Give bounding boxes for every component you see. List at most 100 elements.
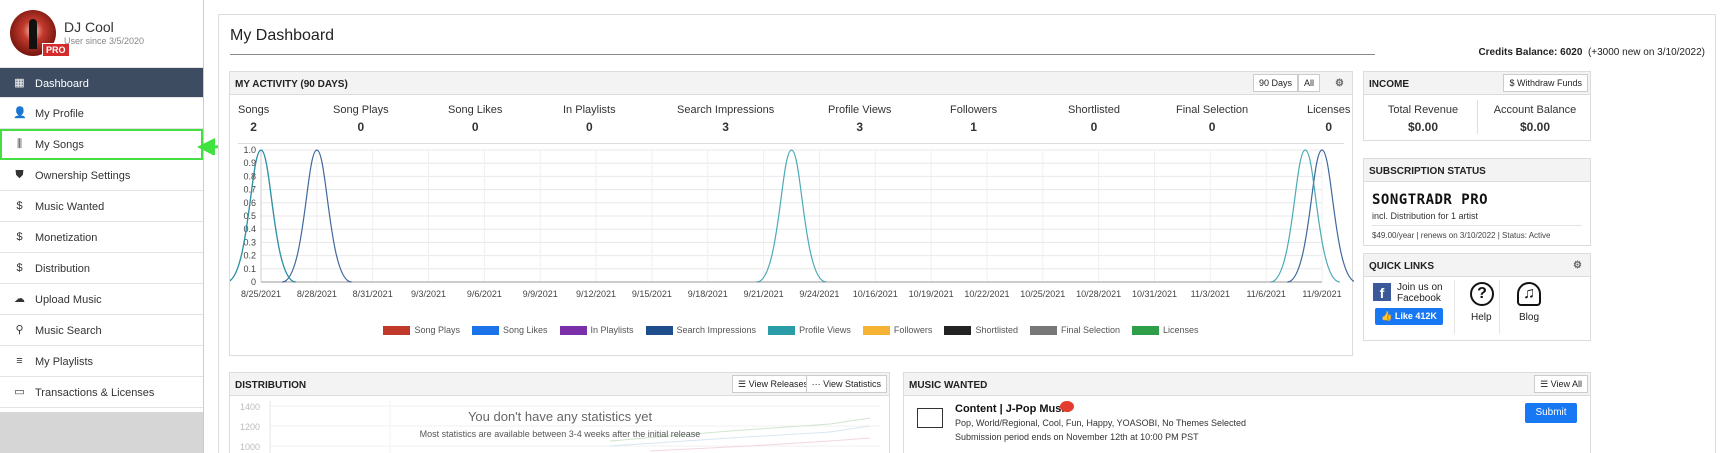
legend-swatch (645, 326, 673, 336)
x-tick-label: 11/3/2021 (1191, 289, 1230, 299)
sidebar-item-upload-music[interactable]: ☁ Upload Music (0, 284, 203, 315)
sidebar-item-monetization[interactable]: $ Monetization (0, 222, 203, 253)
quick-links-panel: QUICK LINKS ⚙ f Join us on Facebook 👍 Li… (1363, 253, 1591, 341)
income-panel: INCOME $ Withdraw Funds Total Revenue $0… (1363, 71, 1591, 141)
sidebar-item-label: Music Wanted (35, 201, 105, 213)
activity-panel: MY ACTIVITY (90 DAYS) 90 Days All ⚙ Song… (229, 71, 1354, 356)
view-all-button[interactable]: ☰ View All (1534, 375, 1588, 393)
income-title: INCOME (1369, 79, 1409, 90)
account-balance-value: $0.00 (1519, 120, 1551, 134)
subscription-title: SUBSCRIPTION STATUS (1369, 166, 1486, 177)
distribution-title: DISTRIBUTION (235, 380, 307, 391)
brief-genres: Pop, World/Regional, Cool, Fun, Happy, Y… (955, 418, 1246, 428)
dist-y-tick: 1000 (240, 442, 260, 452)
help-icon[interactable]: ? (1470, 282, 1494, 306)
legend-item[interactable]: Search Impressions (645, 325, 757, 336)
more-icon: ··· (811, 379, 824, 389)
search-icon: ⚲ (15, 324, 24, 336)
legend-swatch (1029, 326, 1057, 336)
sidebar-item-my-songs[interactable]: ⫼ My Songs (0, 129, 203, 160)
x-tick-label: 10/22/2021 (964, 289, 1009, 299)
legend-item[interactable]: Profile Views (768, 325, 851, 336)
sidebar-item-label: Transactions & Licenses (35, 387, 155, 399)
sidebar-item-music-wanted[interactable]: $ Music Wanted (0, 191, 203, 222)
account-balance: Account Balance $0.00 (1482, 104, 1588, 134)
credit-card-icon: ▭ (14, 386, 25, 398)
x-tick-label: 11/6/2021 (1246, 289, 1285, 299)
user-icon: 👤 (13, 107, 27, 119)
empty-stats-subtitle: Most statistics are available between 3-… (419, 429, 701, 439)
settings-gear-icon[interactable]: ⚙ (1573, 260, 1582, 271)
page-title: My Dashboard (230, 27, 335, 44)
y-tick-label: 0.1 (243, 264, 256, 274)
view-statistics-button[interactable]: ··· View Statistics (805, 375, 887, 393)
quick-links-header: QUICK LINKS ⚙ (1364, 254, 1590, 277)
legend-label: Song Likes (502, 325, 548, 335)
quick-links-title: QUICK LINKS (1369, 261, 1434, 272)
legend-item[interactable]: Followers (862, 325, 932, 336)
x-tick-label: 9/24/2021 (799, 289, 839, 299)
grid-icon: ▦ (14, 77, 25, 89)
sidebar-item-label: Upload Music (35, 294, 102, 306)
distribution-panel: DISTRIBUTION ☰ View Releases ··· View St… (229, 372, 890, 453)
cloud-upload-icon: ☁ (14, 293, 25, 305)
income-divider (1477, 100, 1478, 134)
thumbs-up-icon: 👍 (1381, 311, 1395, 321)
withdraw-funds-button[interactable]: $ Withdraw Funds (1503, 74, 1588, 92)
legend-item[interactable]: Song Likes (471, 325, 548, 336)
sidebar-item-transactions-licenses[interactable]: ▭ Transactions & Licenses (0, 377, 203, 408)
legend-item[interactable]: Licenses (1132, 325, 1199, 336)
legend-item[interactable]: Final Selection (1029, 325, 1120, 336)
facebook-join[interactable]: Join us on Facebook (1397, 282, 1443, 304)
legend-label: Profile Views (799, 325, 851, 335)
legend-label: Search Impressions (676, 325, 757, 335)
legend-label: Licenses (1163, 325, 1199, 335)
sidebar-panel: PRO DJ Cool User since 3/5/2020 ▦ Dashboa… (0, 0, 203, 412)
waveform-icon: ⫼ (16, 138, 23, 150)
sidebar-item-ownership-settings[interactable]: ⛊ Ownership Settings (0, 160, 203, 191)
facebook-icon[interactable]: f (1373, 283, 1391, 301)
legend-label: In Playlists (590, 325, 634, 335)
dashboard-main: My Dashboard Credits Balance: 6020 (+300… (218, 14, 1716, 453)
list-icon: ☰ (1540, 379, 1551, 389)
brief-title[interactable]: Content | J-Pop Music (955, 403, 1071, 415)
dollar-icon: $ (1509, 78, 1517, 88)
income-header: INCOME $ Withdraw Funds (1364, 72, 1590, 95)
quick-links-divider (1499, 280, 1500, 334)
legend-item[interactable]: Song Plays (383, 325, 460, 336)
sidebar-item-music-search[interactable]: ⚲ Music Search (0, 315, 203, 346)
sidebar-item-label: Music Search (35, 325, 102, 337)
x-tick-label: 9/12/2021 (576, 289, 616, 299)
help-link[interactable]: Help (1471, 312, 1492, 323)
chart-legend: Song Plays Song Likes In Playlists Search I… (230, 325, 1352, 336)
legend-item[interactable]: Shortlisted (944, 325, 1018, 336)
x-tick-label: 9/21/2021 (744, 289, 784, 299)
sidebar-item-label: My Playlists (35, 356, 94, 368)
blog-link[interactable]: Blog (1519, 312, 1539, 323)
app-root: PRO DJ Cool User since 3/5/2020 ▦ Dashboa… (0, 0, 1727, 453)
legend-item[interactable]: In Playlists (559, 325, 634, 336)
credits-note: (+3000 new on 3/10/2022) (1587, 47, 1705, 58)
y-tick-label: 0.5 (243, 211, 256, 221)
plan-includes: incl. Distribution for 1 artist (1372, 211, 1479, 221)
x-tick-label: 9/18/2021 (688, 289, 728, 299)
submit-button[interactable]: Submit (1525, 403, 1577, 423)
sidebar-item-my-playlists[interactable]: ≡ My Playlists (0, 346, 203, 377)
sidebar-item-my-profile[interactable]: 👤 My Profile (0, 98, 203, 129)
join-line1: Join us on (1397, 282, 1443, 293)
x-tick-label: 10/19/2021 (909, 289, 954, 299)
x-tick-label: 10/25/2021 (1020, 289, 1065, 299)
facebook-like-button[interactable]: 👍 Like 412K (1375, 308, 1443, 325)
view-releases-button[interactable]: ☰ View Releases (732, 375, 814, 393)
headphones-icon[interactable]: ♫ (1517, 282, 1541, 306)
sidebar-item-distribution[interactable]: $ Distribution (0, 253, 203, 284)
sidebar-item-dashboard[interactable]: ▦ Dashboard (0, 68, 203, 98)
x-tick-label: 10/16/2021 (853, 289, 898, 299)
distribution-chart-faded: 1400 1200 1000 (240, 401, 880, 453)
sidebar-item-label: Monetization (35, 232, 98, 244)
sidebar-item-label: Distribution (35, 263, 91, 275)
user-profile[interactable]: PRO DJ Cool User since 3/5/2020 (0, 0, 203, 68)
sidebar-item-label: My Songs (35, 139, 84, 151)
credits-balance: Credits Balance: 6020 (+3000 new on 3/10… (1478, 47, 1705, 58)
subscription-panel: SUBSCRIPTION STATUS SONGTRADR PRO incl. … (1363, 158, 1591, 246)
